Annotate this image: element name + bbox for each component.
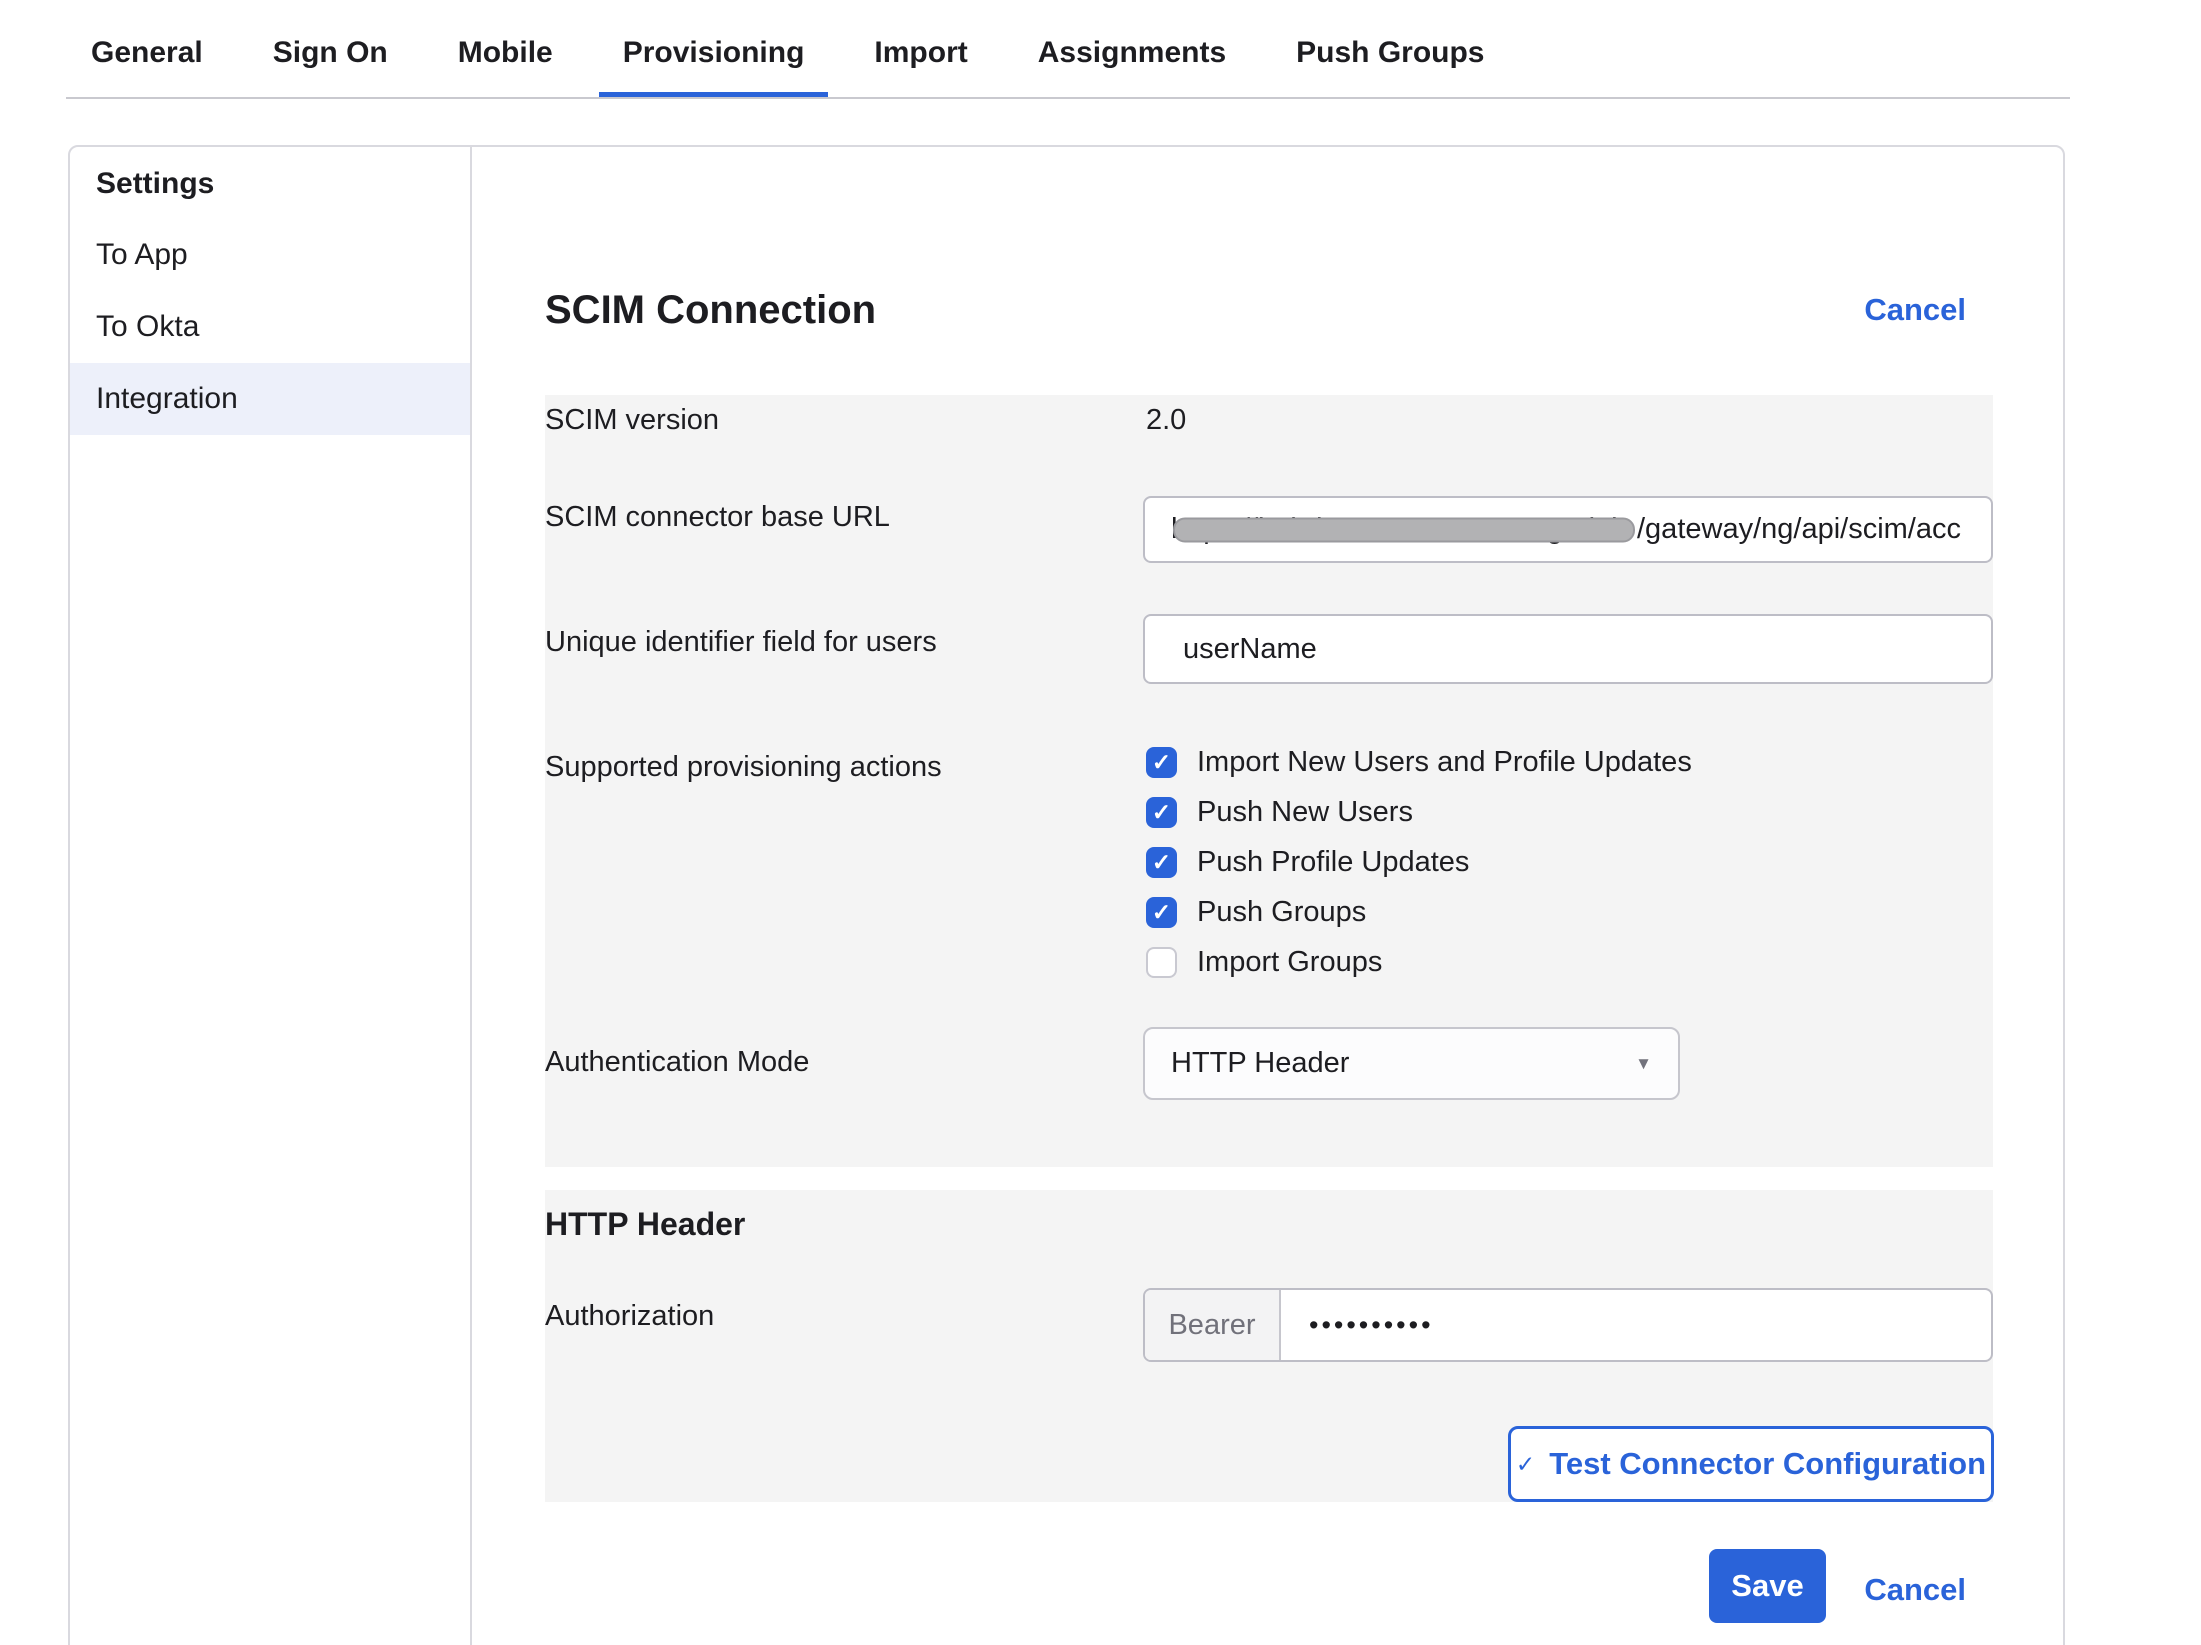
checkbox-row-push-groups[interactable]: ✓ Push Groups [1146, 896, 1692, 929]
sidebar-item-integration[interactable]: Integration [70, 363, 470, 435]
sidebar-list: To App To Okta Integration [70, 219, 470, 435]
tab-sign-on[interactable]: Sign On [249, 0, 412, 97]
authentication-mode-value: HTTP Header [1171, 1047, 1349, 1080]
cancel-link-top[interactable]: Cancel [1864, 292, 1966, 328]
check-icon: ✓ [1152, 851, 1171, 874]
tab-push-groups[interactable]: Push Groups [1272, 0, 1508, 97]
tab-provisioning[interactable]: Provisioning [599, 0, 829, 97]
test-connector-configuration-button[interactable]: ✓ Test Connector Configuration [1508, 1426, 1994, 1502]
tab-general[interactable]: General [67, 0, 227, 97]
page-title: SCIM Connection [545, 288, 876, 333]
authentication-mode-select[interactable]: HTTP Header ▼ [1143, 1027, 1680, 1100]
checkbox-checked-icon[interactable]: ✓ [1146, 897, 1177, 928]
provisioning-actions-group: ✓ Import New Users and Profile Updates ✓… [1146, 746, 1692, 979]
chevron-down-icon: ▼ [1635, 1054, 1652, 1074]
sidebar-heading: Settings [96, 167, 470, 201]
checkbox-unchecked-icon[interactable] [1146, 947, 1177, 978]
checkbox-checked-icon[interactable]: ✓ [1146, 797, 1177, 828]
scim-base-url-label: SCIM connector base URL [545, 501, 890, 534]
checkbox-row-push-profile-updates[interactable]: ✓ Push Profile Updates [1146, 846, 1692, 879]
check-icon: ✓ [1516, 1451, 1535, 1478]
authorization-input[interactable]: Bearer •••••••••• [1143, 1288, 1993, 1362]
scim-version-value: 2.0 [1146, 404, 1186, 437]
test-connector-configuration-label: Test Connector Configuration [1549, 1446, 1986, 1482]
provisioning-settings-page: General Sign On Mobile Provisioning Impo… [0, 0, 2201, 1645]
sidebar-item-to-app[interactable]: To App [70, 219, 470, 291]
checkbox-label: Import New Users and Profile Updates [1197, 746, 1692, 779]
authorization-label: Authorization [545, 1300, 714, 1333]
scim-version-label: SCIM version [545, 404, 719, 437]
cancel-button-bottom[interactable]: Cancel [1864, 1572, 1966, 1608]
check-icon: ✓ [1152, 901, 1171, 924]
settings-sidebar: Settings To App To Okta Integration [70, 147, 472, 1645]
tab-assignments[interactable]: Assignments [1014, 0, 1250, 97]
unique-identifier-label: Unique identifier field for users [545, 626, 937, 659]
checkbox-label: Push Profile Updates [1197, 846, 1469, 879]
checkbox-row-import-users[interactable]: ✓ Import New Users and Profile Updates [1146, 746, 1692, 779]
authentication-mode-label: Authentication Mode [545, 1046, 809, 1079]
unique-identifier-input[interactable]: userName [1143, 614, 1993, 684]
redacted-url-text: https://h5hd-135-19-67-140.ngrok.io [1171, 513, 1637, 546]
check-icon: ✓ [1152, 751, 1171, 774]
app-tab-bar: General Sign On Mobile Provisioning Impo… [66, 0, 2070, 99]
checkbox-label: Push New Users [1197, 796, 1413, 829]
checkbox-row-import-groups[interactable]: Import Groups [1146, 946, 1692, 979]
tab-mobile[interactable]: Mobile [434, 0, 577, 97]
sidebar-item-to-okta[interactable]: To Okta [70, 291, 470, 363]
url-visible-tail: /gateway/ng/api/scim/acc [1637, 513, 1961, 546]
http-header-heading: HTTP Header [545, 1206, 745, 1243]
checkbox-label: Push Groups [1197, 896, 1366, 929]
provisioning-actions-label: Supported provisioning actions [545, 751, 942, 784]
tab-import[interactable]: Import [850, 0, 991, 97]
unique-identifier-value: userName [1183, 633, 1317, 666]
authorization-token-masked: •••••••••• [1281, 1310, 1434, 1341]
checkbox-row-push-new-users[interactable]: ✓ Push New Users [1146, 796, 1692, 829]
checkbox-checked-icon[interactable]: ✓ [1146, 747, 1177, 778]
checkbox-checked-icon[interactable]: ✓ [1146, 847, 1177, 878]
scim-base-url-input[interactable]: https://h5hd-135-19-67-140.ngrok.io /gat… [1143, 496, 1993, 563]
check-icon: ✓ [1152, 801, 1171, 824]
save-button[interactable]: Save [1709, 1549, 1826, 1623]
checkbox-label: Import Groups [1197, 946, 1382, 979]
bearer-prefix: Bearer [1145, 1290, 1281, 1360]
redaction-bar [1173, 517, 1635, 542]
